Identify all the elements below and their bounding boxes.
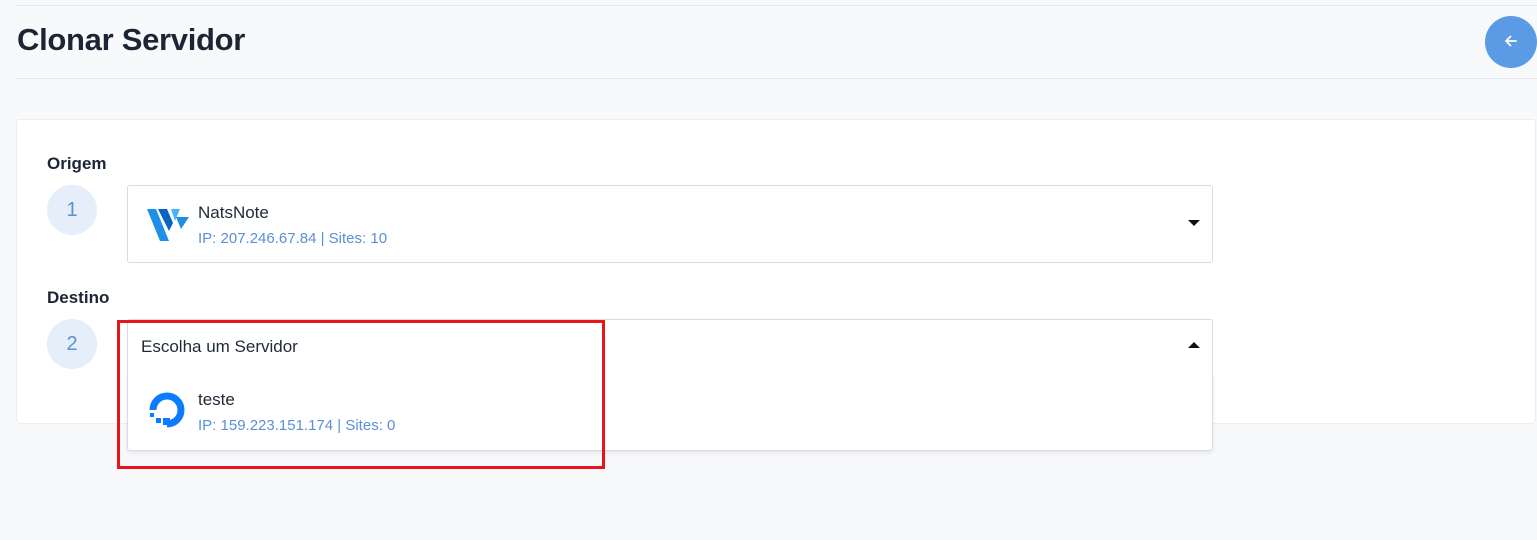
arrow-left-icon	[1503, 33, 1519, 52]
destination-placeholder: Escolha um Servidor	[141, 337, 298, 356]
chevron-up-icon	[1188, 342, 1200, 348]
title-divider	[16, 78, 1537, 79]
destination-label: Destino	[47, 288, 110, 307]
page-title: Clonar Servidor	[17, 22, 246, 57]
origin-label: Origem	[47, 154, 107, 173]
destination-dropdown: teste IP: 159.223.151.174 | Sites: 0	[127, 373, 1213, 451]
chevron-down-icon	[1188, 220, 1200, 226]
origin-server-select[interactable]: NatsNote IP: 207.246.67.84 | Sites: 10	[127, 185, 1213, 263]
option-server-name: teste	[198, 390, 235, 409]
top-divider	[16, 5, 1537, 6]
step-1-badge: 1	[47, 185, 97, 235]
digitalocean-logo-icon	[145, 388, 189, 437]
origin-server-name: NatsNote	[198, 203, 269, 222]
origin-server-meta: IP: 207.246.67.84 | Sites: 10	[198, 230, 388, 247]
step-2-badge: 2	[47, 319, 97, 369]
back-button[interactable]	[1485, 16, 1537, 68]
dropdown-option-teste[interactable]: teste IP: 159.223.151.174 | Sites: 0	[128, 373, 1212, 450]
destination-server-select[interactable]: Escolha um Servidor	[127, 319, 1213, 374]
option-server-meta: IP: 159.223.151.174 | Sites: 0	[198, 417, 396, 434]
vultr-logo-icon	[147, 207, 189, 248]
